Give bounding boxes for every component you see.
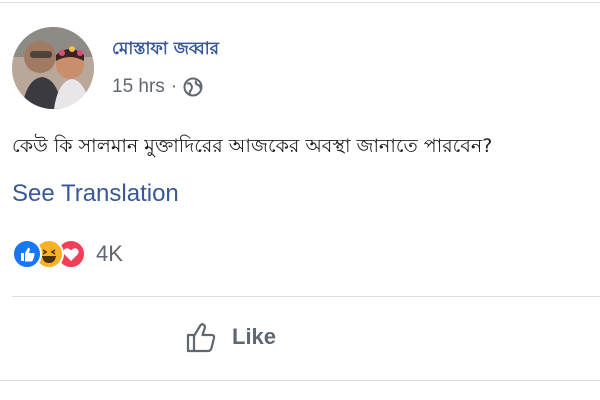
thumbs-up-icon [186, 323, 216, 353]
post-text: কেউ কি সালমান মুক্তাদিরের আজকের অবস্থা জ… [12, 135, 493, 157]
avatar-photo [12, 27, 94, 109]
post-meta: 15 hrs · [112, 76, 203, 98]
like-button[interactable]: Like [184, 316, 276, 358]
like-button-label: Like [232, 324, 277, 349]
author-name[interactable]: মোস্তাফা জব্বার [112, 36, 219, 64]
globe-icon[interactable] [183, 77, 203, 97]
actions-divider [12, 296, 600, 297]
reaction-count[interactable]: 4K [96, 241, 123, 267]
see-translation-link[interactable]: See Translation [12, 180, 179, 208]
like-reaction-icon [12, 239, 42, 269]
meta-separator: · [170, 76, 178, 97]
bottom-divider [0, 380, 600, 381]
top-divider [0, 2, 600, 3]
post-timestamp[interactable]: 15 hrs [112, 76, 165, 98]
reactions-bar[interactable]: 4K [12, 238, 123, 270]
author-avatar[interactable] [12, 27, 94, 109]
